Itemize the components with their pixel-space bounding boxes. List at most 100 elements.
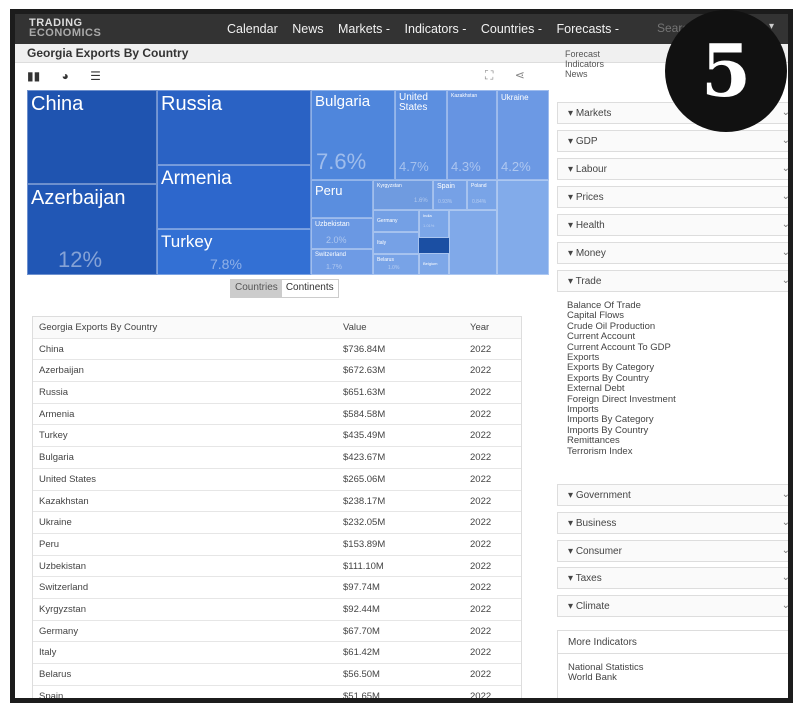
sidebar-link[interactable]: News — [565, 69, 604, 79]
logo[interactable]: TRADING ECONOMICS — [29, 18, 101, 39]
sidebar-link[interactable]: Indicators — [565, 59, 604, 69]
country-cell[interactable]: Switzerland — [39, 582, 88, 593]
chevron-down-icon: ⌄ — [781, 572, 790, 583]
country-cell[interactable]: Peru — [39, 539, 59, 550]
year-cell: 2022 — [470, 625, 492, 637]
treemap-tile-china[interactable]: China — [27, 90, 157, 184]
country-cell[interactable]: Armenia — [39, 409, 74, 420]
sidebar-section-health[interactable]: ▾ Health ⌄ — [557, 214, 790, 236]
section-label: ▾ Health — [568, 220, 605, 231]
more-indicators-title[interactable]: More Indicators — [568, 637, 637, 648]
treemap-tile-spain[interactable]: Spain 0.93% — [433, 180, 467, 210]
fullscreen-icon[interactable]: ⛶ — [485, 68, 493, 82]
sidebar-section-taxes[interactable]: ▾ Taxes ⌄ — [557, 567, 790, 589]
nav-countries[interactable]: Countries - — [481, 22, 542, 36]
year-cell: 2022 — [470, 343, 492, 355]
country-cell[interactable]: Kyrgyzstan — [39, 604, 86, 615]
table-row[interactable]: Armenia $584.58M 2022 — [33, 404, 521, 426]
col-header-year[interactable]: Year — [470, 322, 489, 333]
table-row[interactable]: Uzbekistan $111.10M 2022 — [33, 556, 521, 578]
treemap-tile-peru[interactable]: Peru — [311, 180, 373, 218]
treemap-tile-armenia[interactable]: Armenia — [157, 165, 311, 229]
treemap-tile-ukraine[interactable]: Ukraine 4.2% — [497, 90, 549, 180]
table-row[interactable]: Russia $651.63M 2022 — [33, 382, 521, 404]
treemap-tile-belarus[interactable]: Belarus 1.0% — [373, 254, 419, 275]
treemap-tile-uzbekistan[interactable]: Uzbekistan 2.0% — [311, 218, 373, 249]
sidebar-section-labour[interactable]: ▾ Labour ⌄ — [557, 158, 790, 180]
country-cell[interactable]: Ukraine — [39, 517, 72, 528]
nav-markets[interactable]: Markets - — [338, 22, 390, 36]
treemap-tile-germany[interactable]: Germany — [373, 210, 419, 232]
sidebar-section-trade[interactable]: ▾ Trade ⌄ — [557, 270, 790, 292]
country-cell[interactable]: Italy — [39, 647, 56, 658]
table-row[interactable]: Peru $153.89M 2022 — [33, 534, 521, 556]
country-cell[interactable]: Russia — [39, 387, 68, 398]
table-row[interactable]: Kazakhstan $238.17M 2022 — [33, 491, 521, 513]
table-row[interactable]: Belarus $56.50M 2022 — [33, 664, 521, 686]
nav-news[interactable]: News — [292, 22, 323, 36]
treemap-tile-italy[interactable]: Italy — [373, 232, 419, 254]
col-header-country[interactable]: Georgia Exports By Country — [39, 322, 157, 333]
treemap-tile-azerbaijan[interactable]: Azerbaijan 12% — [27, 184, 157, 275]
table-row[interactable]: Germany $67.70M 2022 — [33, 621, 521, 643]
sidebar-section-prices[interactable]: ▾ Prices ⌄ — [557, 186, 788, 208]
country-cell[interactable]: Spain — [39, 691, 63, 698]
country-cell[interactable]: China — [39, 344, 64, 355]
sidebar-section-business[interactable]: ▾ Business ⌄ — [557, 512, 788, 534]
chevron-down-icon: ⌄ — [781, 275, 790, 286]
trade-link[interactable]: Terrorism Index — [567, 446, 676, 457]
chevron-down-icon: ⌄ — [781, 219, 790, 230]
country-cell[interactable]: United States — [39, 474, 96, 485]
table-row[interactable]: Switzerland $97.74M 2022 — [33, 577, 521, 599]
treemap-tile-russia[interactable]: Russia — [157, 90, 311, 165]
chevron-down-icon: ⌄ — [781, 163, 790, 174]
section-label: ▾ Consumer — [568, 546, 622, 557]
table-row[interactable]: United States $265.06M 2022 — [33, 469, 521, 491]
table-row[interactable]: Turkey $435.49M 2022 — [33, 425, 521, 448]
treemap-tile-kyrgyzstan[interactable]: Kyrgyzstan 1.6% — [373, 180, 433, 210]
list-icon[interactable]: ☰ — [90, 69, 101, 83]
table-row[interactable]: Bulgaria $423.67M 2022 — [33, 447, 521, 469]
value-cell: $651.63M — [343, 387, 386, 399]
table-row[interactable]: China $736.84M 2022 — [33, 339, 521, 361]
nav-indicators[interactable]: Indicators - — [405, 22, 467, 36]
country-cell[interactable]: Azerbaijan — [39, 365, 84, 376]
bar-chart-icon[interactable]: ▮▮ — [27, 69, 40, 83]
year-cell: 2022 — [470, 538, 492, 550]
table-row[interactable]: Spain $51.65M 2022 — [33, 686, 521, 698]
country-cell[interactable]: Uzbekistan — [39, 561, 86, 572]
col-header-value[interactable]: Value — [343, 322, 367, 333]
sidebar-link[interactable]: Forecast — [565, 49, 604, 59]
continents-toggle[interactable]: Continents — [281, 280, 338, 297]
nav-forecasts[interactable]: Forecasts - — [557, 22, 620, 36]
treemap-tile-india[interactable]: India 1.01% — [419, 210, 449, 238]
section-label: ▾ Markets — [568, 108, 612, 119]
country-cell[interactable]: Germany — [39, 626, 78, 637]
share-icon[interactable]: ⋖ — [515, 68, 525, 82]
countries-toggle[interactable]: Countries — [231, 280, 282, 297]
treemap-tile-turkey[interactable]: Turkey 7.8% — [157, 229, 311, 275]
value-cell: $435.49M — [343, 430, 386, 442]
treemap-tile-bulgaria[interactable]: Bulgaria 7.6% — [311, 90, 395, 180]
sidebar-section-climate[interactable]: ▾ Climate ⌄ — [557, 595, 788, 617]
sidebar-section-money[interactable]: ▾ Money ⌄ — [557, 242, 788, 264]
treemap-tile-switzerland[interactable]: Switzerland 1.7% — [311, 249, 373, 275]
table-row[interactable]: Azerbaijan $672.63M 2022 — [33, 360, 521, 383]
sidebar-section-government[interactable]: ▾ Government ⌄ — [557, 484, 788, 506]
country-cell[interactable]: Belarus — [39, 669, 71, 680]
treemap-tile-poland[interactable]: Poland 0.84% — [467, 180, 497, 210]
treemap-tile-united-states[interactable]: United States 4.7% — [395, 90, 447, 180]
table-row[interactable]: Italy $61.42M 2022 — [33, 642, 521, 664]
pie-chart-icon[interactable]: ◕ — [62, 69, 69, 83]
table-row[interactable]: Ukraine $232.05M 2022 — [33, 512, 521, 534]
table-row[interactable]: Kyrgyzstan $92.44M 2022 — [33, 599, 521, 621]
nav-calendar[interactable]: Calendar — [227, 22, 278, 36]
world-bank-link[interactable]: World Bank — [568, 673, 644, 683]
sidebar-section-consumer[interactable]: ▾ Consumer ⌄ — [557, 540, 788, 562]
treemap-tile-belgium[interactable]: Belgium — [419, 253, 449, 275]
sidebar-section-gdp[interactable]: ▾ GDP ⌄ — [557, 130, 788, 152]
treemap-tile-kazakhstan[interactable]: Kazakhstan 4.3% — [447, 90, 497, 180]
country-cell[interactable]: Turkey — [39, 430, 68, 441]
country-cell[interactable]: Kazakhstan — [39, 496, 89, 507]
country-cell[interactable]: Bulgaria — [39, 452, 74, 463]
